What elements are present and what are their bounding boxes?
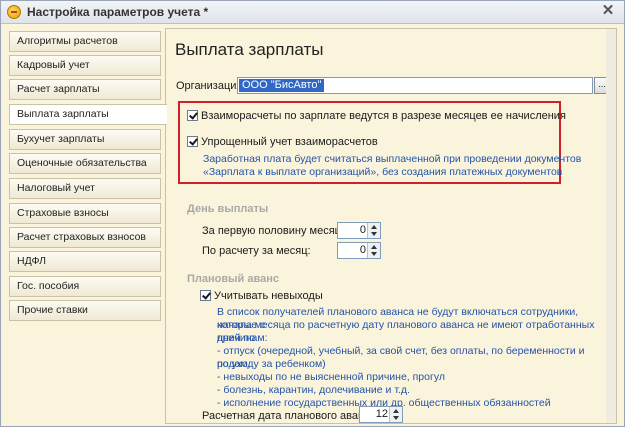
tab-benefits[interactable]: Гос. пособия [9,276,161,297]
settlements-by-month-checkbox[interactable] [187,110,198,121]
tab-algorithms[interactable]: Алгоритмы расчетов [9,31,161,52]
simplified-note-line-2: «Зарплата к выплате организаций», без со… [203,166,563,178]
vertical-scrollbar[interactable] [606,29,616,423]
simplified-accounting-row[interactable]: Упрощенный учет взаиморасчетов [187,136,378,148]
organization-label: Организация: [176,80,246,92]
window-title: Настройка параметров учета * [27,5,209,19]
monthly-day-value: 0 [359,244,366,256]
first-half-label: За первую половину месяца: [202,225,351,237]
absences-checkbox[interactable] [200,290,211,301]
absences-note-line: причинам: [217,332,268,344]
absences-note-line: - болезнь, карантин, долечивание и т.д. [217,384,410,396]
close-icon[interactable]: ✕ [600,3,616,19]
spin-arrows-icon[interactable] [367,223,380,238]
tab-content: Выплата зарплаты Организация: ООО "БисАв… [165,28,617,424]
tab-tax[interactable]: Налоговый учет [9,178,161,199]
tab-estimated-liabilities[interactable]: Оценочные обязательства [9,153,161,174]
absences-note-line: начала месяца по расчетную дату плановог… [217,319,595,344]
settlements-by-month-row[interactable]: Взаиморасчеты по зарплате ведутся в разр… [187,110,566,122]
tab-payroll-accounting[interactable]: Бухучет зарплаты [9,129,161,150]
simplified-accounting-label: Упрощенный учет взаиморасчетов [201,136,378,148]
advance-section-title: Плановый аванс [187,273,279,285]
advance-date-input[interactable]: 12 [359,406,403,423]
absences-row[interactable]: Учитывать невыходы [200,290,323,302]
payday-section-title: День выплаты [187,203,269,215]
tab-ndfl[interactable]: НДФЛ [9,251,161,272]
tab-insurance[interactable]: Страховые взносы [9,203,161,224]
organization-field[interactable]: ООО "БисАвто" [237,77,593,94]
first-half-day-value: 0 [359,224,366,236]
tab-hr[interactable]: Кадровый учет [9,55,161,76]
spin-arrows-icon[interactable] [367,243,380,258]
simplified-note-line-1: Заработная плата будет считаться выплаче… [203,153,582,165]
absences-note-line: - невыходы по не выясненной причине, про… [217,371,445,383]
simplified-accounting-checkbox[interactable] [187,136,198,147]
organization-value: ООО "БисАвто" [239,79,325,92]
tab-other-rates[interactable]: Прочие ставки [9,300,161,321]
advance-date-label: Расчетная дата планового аванса: [202,410,379,422]
settlements-by-month-label: Взаиморасчеты по зарплате ведутся в разр… [201,110,566,122]
page-title: Выплата зарплаты [175,40,324,59]
tab-insurance-calc[interactable]: Расчет страховых взносов [9,227,161,248]
absences-label: Учитывать невыходы [214,290,323,302]
absences-note-line: по уходу за ребенком) [217,358,326,370]
monthly-label: По расчету за месяц: [202,245,311,257]
app-icon [7,5,21,19]
title-bar: Настройка параметров учета * ✕ [1,1,624,24]
tab-payroll-calc[interactable]: Расчет зарплаты [9,79,161,100]
tab-payroll-payment[interactable]: Выплата зарплаты [9,104,167,125]
settings-tabs: Алгоритмы расчетов Кадровый учет Расчет … [9,28,167,424]
advance-date-value: 12 [375,408,388,420]
settings-window: Настройка параметров учета * ✕ Алгоритмы… [0,0,625,427]
spin-arrows-icon[interactable] [389,407,402,422]
first-half-day-input[interactable]: 0 [337,222,381,239]
monthly-day-input[interactable]: 0 [337,242,381,259]
